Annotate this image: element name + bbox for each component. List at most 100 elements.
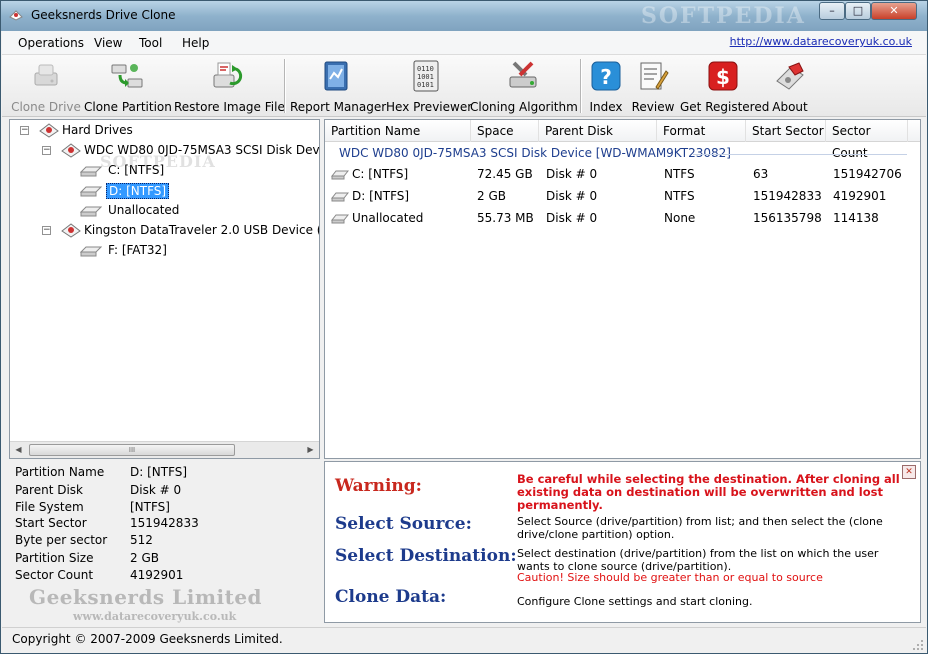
clone-data-title: Clone Data: (335, 587, 447, 607)
size-caution-text: Caution! Size should be greater than or … (517, 571, 823, 584)
partition-icon (331, 214, 349, 223)
collapse-toggle[interactable]: − (42, 226, 51, 235)
menu-tool[interactable]: Tool (139, 36, 162, 50)
maximize-button[interactable]: □ (845, 2, 871, 20)
review-button[interactable]: Review (630, 57, 676, 115)
cloning-algorithm-label: Cloning Algorithm (470, 100, 578, 114)
cell-parent-disk: Disk # 0 (546, 189, 598, 203)
cell-start-sector: 156135798 (753, 211, 822, 225)
window-title: Geeksnerds Drive Clone (31, 8, 176, 22)
tree-label: Unallocated (108, 203, 180, 217)
cell-space: 2 GB (477, 189, 506, 203)
tree-node-partition-d[interactable]: D: [NTFS] (18, 182, 318, 200)
index-label: Index (589, 100, 623, 114)
clone-data-text: Configure Clone settings and start cloni… (517, 595, 753, 608)
partition-icon (80, 166, 102, 177)
tree-node-partition-f[interactable]: F: [FAT32] (18, 242, 318, 260)
tree-node-unallocated[interactable]: Unallocated (18, 202, 318, 220)
svg-text:?: ? (600, 65, 612, 89)
cell-sector-count: 114138 (833, 211, 879, 225)
clone-partition-button[interactable]: Clone Partition (84, 57, 172, 115)
clone-partition-icon (111, 64, 143, 88)
report-manager-icon (324, 61, 348, 91)
table-row[interactable]: C: [NTFS] 72.45 GB Disk # 0 NTFS 63 1519… (325, 164, 920, 184)
review-icon (640, 62, 669, 90)
copyright-text: Copyright © 2007-2009 Geeksnerds Limited… (12, 632, 283, 646)
cell-space: 55.73 MB (477, 211, 534, 225)
disk-icon (61, 223, 81, 238)
about-label: About (772, 100, 808, 114)
toolbar: Clone Drive Clone Partition Restore Imag… (2, 55, 926, 117)
collapse-toggle[interactable]: − (42, 146, 51, 155)
detail-key: Start Sector (15, 516, 87, 530)
app-icon (9, 10, 23, 21)
clone-drive-label: Clone Drive (11, 100, 81, 114)
cell-start-sector: 63 (753, 167, 769, 181)
cell-format: None (664, 211, 696, 225)
detail-key: Byte per sector (15, 533, 108, 547)
svg-text:$: $ (716, 65, 730, 89)
tree-label: F: [FAT32] (108, 243, 167, 257)
close-icon[interactable]: ✕ (902, 465, 916, 479)
tree-node-hard-drives[interactable]: − Hard Drives (18, 122, 318, 140)
scroll-right-icon[interactable]: ▶ (302, 442, 319, 458)
scroll-left-icon[interactable]: ◀ (10, 442, 27, 458)
detail-value: [NTFS] (130, 500, 170, 514)
detail-value: D: [NTFS] (130, 465, 188, 479)
get-registered-label: Get Registered (680, 100, 770, 114)
cell-parent-disk: Disk # 0 (546, 167, 598, 181)
menu-view[interactable]: View (94, 36, 122, 50)
about-button[interactable]: About (768, 57, 812, 115)
column-start-sector[interactable]: Start Sector (746, 120, 826, 142)
help-index-icon: ? (591, 61, 621, 91)
cell-sector-count: 4192901 (833, 189, 887, 203)
title-bar[interactable]: Geeksnerds Drive Clone SOFTPEDIA – □ ✕ (1, 1, 927, 31)
table-row[interactable]: Unallocated 55.73 MB Disk # 0 None 15613… (325, 208, 920, 228)
menu-help[interactable]: Help (182, 36, 209, 50)
list-header: Partition Name Space Parent Disk Format … (325, 120, 920, 160)
tree-horizontal-scrollbar[interactable]: ◀ III ▶ (10, 441, 319, 458)
group-divider (693, 154, 907, 155)
hex-previewer-button[interactable]: 0110 1001 0101 Hex Previewer (386, 57, 472, 115)
brand-logo-text: Geeksnerds Limited (29, 585, 263, 609)
cloning-algorithm-button[interactable]: Cloning Algorithm (470, 57, 578, 115)
menu-operations[interactable]: Operations (18, 36, 84, 50)
table-row[interactable]: D: [NTFS] 2 GB Disk # 0 NTFS 151942833 4… (325, 186, 920, 206)
about-icon (776, 62, 804, 90)
cell-start-sector: 151942833 (753, 189, 822, 203)
status-bar: Copyright © 2007-2009 Geeksnerds Limited… (2, 627, 926, 653)
detail-key: Parent Disk (15, 483, 84, 497)
column-partition-name[interactable]: Partition Name (325, 120, 471, 142)
softpedia-watermark: SOFTPEDIA (100, 152, 216, 171)
column-space[interactable]: Space (471, 120, 539, 142)
column-sector-count[interactable]: Sector Count (826, 120, 908, 160)
report-manager-button[interactable]: Report Manager (290, 57, 386, 115)
resize-grip-icon[interactable] (912, 639, 924, 651)
column-format[interactable]: Format (657, 120, 746, 142)
clone-partition-label: Clone Partition (84, 100, 172, 114)
close-button[interactable]: ✕ (871, 2, 917, 20)
select-source-title: Select Source: (335, 514, 472, 534)
column-parent-disk[interactable]: Parent Disk (539, 120, 657, 142)
index-button[interactable]: ? Index (586, 57, 626, 115)
menu-bar: Operations View Tool Help http://www.dat… (2, 31, 926, 55)
cell-format: NTFS (664, 167, 695, 181)
clone-drive-button[interactable]: Clone Drive (10, 57, 82, 115)
collapse-toggle[interactable]: − (20, 126, 29, 135)
cell-parent-disk: Disk # 0 (546, 211, 598, 225)
partition-list[interactable]: Partition Name Space Parent Disk Format … (324, 119, 921, 459)
tree-label: Hard Drives (62, 123, 133, 137)
tree-node-disk-kingston[interactable]: − Kingston DataTraveler 2.0 USB Device (… (18, 222, 319, 240)
partition-icon (80, 246, 102, 257)
drive-tree[interactable]: − Hard Drives − WDC WD80 0JD-75MSA3 SCSI… (9, 119, 320, 459)
hard-drives-icon (39, 123, 59, 138)
website-link[interactable]: http://www.datarecoveryuk.co.uk (730, 35, 912, 48)
get-registered-button[interactable]: $ Get Registered (680, 57, 770, 115)
restore-image-icon (213, 62, 243, 88)
scroll-thumb[interactable]: III (29, 444, 235, 456)
partition-icon (80, 186, 102, 197)
minimize-button[interactable]: – (819, 2, 845, 20)
detail-key: Partition Name (15, 465, 105, 479)
restore-image-file-button[interactable]: Restore Image File (174, 57, 285, 115)
detail-key: Partition Size (15, 551, 94, 565)
